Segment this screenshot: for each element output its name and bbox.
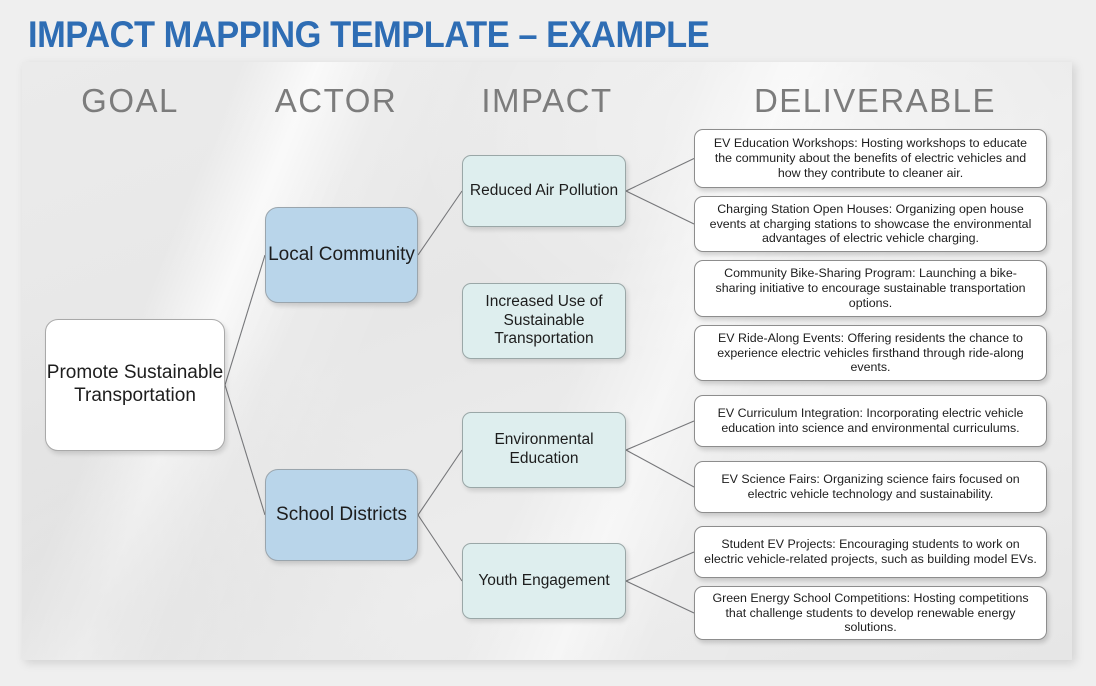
deliverable-5[interactable]: EV Curriculum Integration: Incorporating…: [694, 395, 1047, 447]
deliverable-6-label: EV Science Fairs: Organizing science fai…: [721, 472, 1020, 501]
goal-label: Promote Sustainable Transportation: [46, 362, 224, 406]
column-header-goal: GOAL: [81, 82, 179, 119]
deliverable-4-label: EV Ride-Along Events: Offering residents…: [717, 330, 1024, 375]
impact-reduced-air-pollution-label: Reduced Air Pollution: [469, 181, 619, 199]
actor-local-community-label: Local Community: [268, 243, 415, 265]
column-header-deliverable: DELIVERABLE: [753, 82, 997, 119]
deliverable-8-label: Green Energy School Competitions: Hostin…: [712, 590, 1029, 635]
deliverable-4[interactable]: EV Ride-Along Events: Offering residents…: [694, 325, 1047, 381]
deliverable-7[interactable]: Student EV Projects: Encouraging student…: [694, 526, 1047, 578]
deliverable-3-label: Community Bike-Sharing Program: Launchin…: [715, 266, 1026, 310]
deliverable-2-label: Charging Station Open Houses: Organizing…: [709, 201, 1032, 246]
deliverable-2[interactable]: Charging Station Open Houses: Organizing…: [694, 196, 1047, 252]
deliverable-1-label: EV Education Workshops: Hosting workshop…: [713, 136, 1028, 180]
impact-youth-engagement[interactable]: Youth Engagement: [462, 543, 626, 619]
column-header-actor: ACTOR: [274, 82, 398, 119]
impact-youth-engagement-label: Youth Engagement: [478, 571, 610, 589]
column-header-impact: IMPACT: [481, 82, 613, 119]
deliverable-8[interactable]: Green Energy School Competitions: Hostin…: [694, 586, 1047, 640]
impact-increased-use-of-sustainable-transportation-label: Increased Use of Sustainable Transportat…: [485, 293, 603, 348]
impact-environmental-education[interactable]: Environmental Education: [462, 412, 626, 488]
actor-school-districts[interactable]: School Districts: [265, 469, 418, 561]
deliverable-5-label: EV Curriculum Integration: Incorporating…: [717, 406, 1024, 435]
deliverable-3[interactable]: Community Bike-Sharing Program: Launchin…: [694, 260, 1047, 317]
impact-environmental-education-label: Environmental Education: [494, 431, 594, 467]
actor-local-community[interactable]: Local Community: [265, 207, 418, 303]
impact-reduced-air-pollution[interactable]: Reduced Air Pollution: [462, 155, 626, 227]
deliverable-1[interactable]: EV Education Workshops: Hosting workshop…: [694, 129, 1047, 188]
deliverable-6[interactable]: EV Science Fairs: Organizing science fai…: [694, 461, 1047, 513]
impact-increased-use-of-sustainable-transportation[interactable]: Increased Use of Sustainable Transportat…: [462, 283, 626, 359]
actor-school-districts-label: School Districts: [276, 503, 407, 525]
goal[interactable]: Promote Sustainable Transportation: [45, 319, 225, 451]
deliverable-7-label: Student EV Projects: Encouraging student…: [704, 537, 1037, 566]
page-title: IMPACT MAPPING TEMPLATE – EXAMPLE: [28, 14, 710, 55]
